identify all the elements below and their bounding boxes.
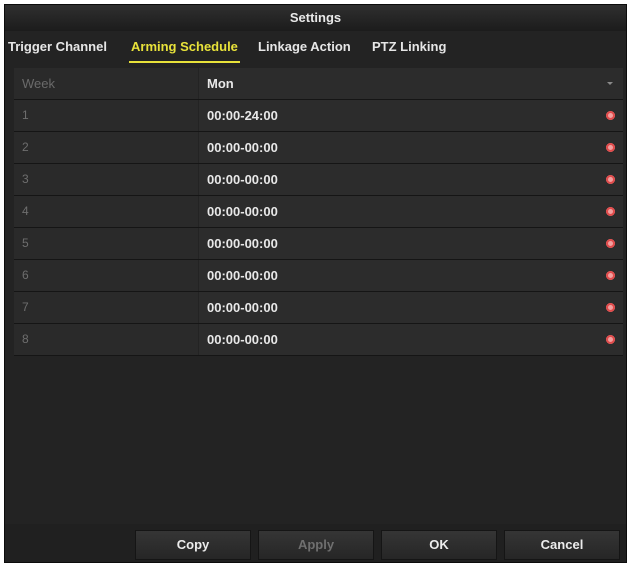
tab-linkage-action[interactable]: Linkage Action xyxy=(258,33,351,63)
schedule-grid: Week Mon 1 00:00-24:00 2 00:00-00:00 3 0… xyxy=(14,68,623,356)
week-row: Week Mon xyxy=(14,68,623,100)
table-row: 2 00:00-00:00 xyxy=(14,132,623,164)
table-row: 1 00:00-24:00 xyxy=(14,100,623,132)
clock-icon[interactable] xyxy=(606,271,615,280)
period-time-field[interactable]: 00:00-00:00 xyxy=(199,132,623,163)
table-row: 5 00:00-00:00 xyxy=(14,228,623,260)
table-row: 8 00:00-00:00 xyxy=(14,324,623,356)
clock-icon[interactable] xyxy=(606,239,615,248)
clock-icon[interactable] xyxy=(606,303,615,312)
tab-arming-schedule[interactable]: Arming Schedule xyxy=(129,33,240,63)
period-index: 4 xyxy=(14,196,198,227)
week-label: Week xyxy=(14,68,198,99)
period-time: 00:00-00:00 xyxy=(207,300,278,315)
chevron-down-icon xyxy=(607,82,613,85)
period-index: 1 xyxy=(14,100,198,131)
clock-icon[interactable] xyxy=(606,175,615,184)
table-row: 7 00:00-00:00 xyxy=(14,292,623,324)
clock-icon[interactable] xyxy=(606,111,615,120)
ok-button[interactable]: OK xyxy=(381,530,497,560)
period-index: 5 xyxy=(14,228,198,259)
tab-bar: Trigger Channel Arming Schedule Linkage … xyxy=(5,33,626,63)
period-index: 6 xyxy=(14,260,198,291)
dialog-title: Settings xyxy=(5,5,626,31)
clock-icon[interactable] xyxy=(606,207,615,216)
period-time-field[interactable]: 00:00-00:00 xyxy=(199,292,623,323)
period-time: 00:00-00:00 xyxy=(207,332,278,347)
copy-button[interactable]: Copy xyxy=(135,530,251,560)
period-time: 00:00-00:00 xyxy=(207,236,278,251)
week-select[interactable]: Mon xyxy=(199,68,623,99)
period-time: 00:00-00:00 xyxy=(207,268,278,283)
settings-dialog: Settings Trigger Channel Arming Schedule… xyxy=(4,4,627,563)
period-time-field[interactable]: 00:00-00:00 xyxy=(199,164,623,195)
cancel-button[interactable]: Cancel xyxy=(504,530,620,560)
clock-icon[interactable] xyxy=(606,143,615,152)
period-time: 00:00-24:00 xyxy=(207,108,278,123)
table-row: 4 00:00-00:00 xyxy=(14,196,623,228)
clock-icon[interactable] xyxy=(606,335,615,344)
period-time-field[interactable]: 00:00-24:00 xyxy=(199,100,623,131)
period-index: 7 xyxy=(14,292,198,323)
period-time-field[interactable]: 00:00-00:00 xyxy=(199,324,623,355)
period-time: 00:00-00:00 xyxy=(207,172,278,187)
period-index: 3 xyxy=(14,164,198,195)
table-row: 6 00:00-00:00 xyxy=(14,260,623,292)
week-select-value: Mon xyxy=(207,76,234,91)
period-index: 2 xyxy=(14,132,198,163)
period-time-field[interactable]: 00:00-00:00 xyxy=(199,196,623,227)
table-row: 3 00:00-00:00 xyxy=(14,164,623,196)
period-time-field[interactable]: 00:00-00:00 xyxy=(199,260,623,291)
tab-ptz-linking[interactable]: PTZ Linking xyxy=(372,33,446,63)
apply-button[interactable]: Apply xyxy=(258,530,374,560)
tab-trigger-channel[interactable]: Trigger Channel xyxy=(8,33,107,63)
period-time-field[interactable]: 00:00-00:00 xyxy=(199,228,623,259)
period-time: 00:00-00:00 xyxy=(207,140,278,155)
period-time: 00:00-00:00 xyxy=(207,204,278,219)
period-index: 8 xyxy=(14,324,198,355)
